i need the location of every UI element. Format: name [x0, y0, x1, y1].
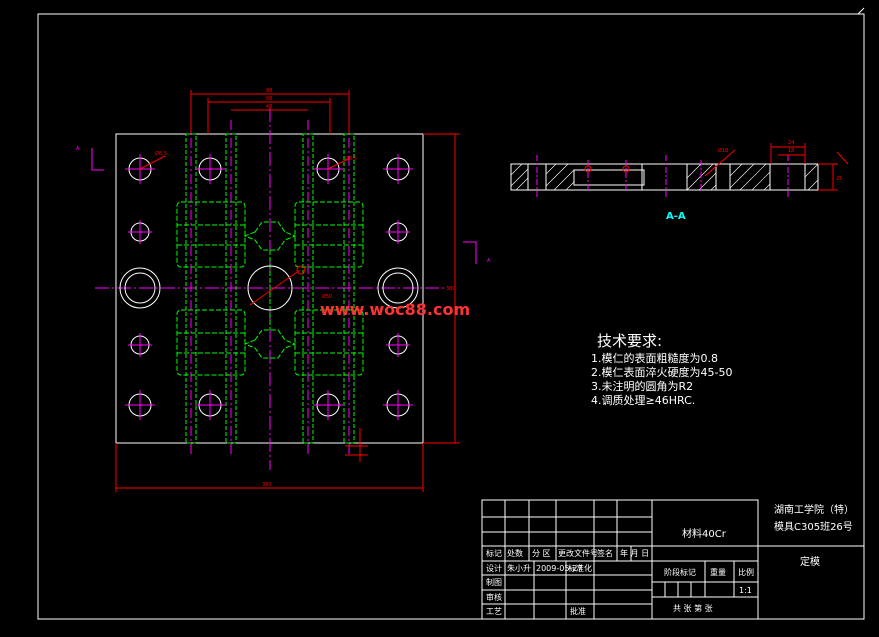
dim-section-inner: 18: [788, 148, 794, 154]
tb-header-1: 处数: [507, 548, 523, 558]
tb-stage-mark: 阶段标记: [664, 567, 696, 577]
tb-process-label: 工艺: [486, 607, 502, 616]
dim-top-inner: 48: [266, 104, 272, 110]
tb-header-3: 更改文件号: [558, 548, 598, 558]
tb-scale-label: 比例: [738, 567, 754, 577]
tb-standard-label: 标准化: [568, 563, 592, 573]
section-marker-left: A: [76, 146, 80, 152]
tb-design-label: 设计: [486, 563, 502, 573]
dim-section-width: 24: [788, 140, 794, 146]
section-cut-left: [91, 148, 104, 171]
sheet-corner-mark: [857, 7, 865, 15]
tb-weight: 重量: [710, 567, 726, 577]
tb-sheets: 共 张 第 张: [673, 603, 713, 613]
tech-requirement-3: 3.未注明的圆角为R2: [591, 379, 693, 393]
section-center-lines: [536, 155, 789, 198]
tech-requirements-title: 技术要求:: [597, 332, 662, 350]
drawing-sheet: Ø50 Ø8.5 Ø8.5 88 68 48 380 380 A A www.w…: [37, 7, 865, 620]
tb-header-4: 签名: [597, 548, 613, 558]
tb-designer: 朱小升: [507, 563, 531, 573]
tb-header-5: 年 月 日: [620, 548, 649, 558]
bolt-holes: [119, 157, 419, 417]
section-cut-right: [463, 241, 477, 264]
tb-drawing-label: 制图: [486, 577, 502, 587]
detail-dimension: [345, 428, 368, 462]
tech-requirement-4: 4.调质处理≥46HRC.: [591, 394, 695, 407]
hole-center-marks: [125, 154, 413, 420]
dim-overall-height: 380: [446, 286, 456, 292]
tech-requirement-1: 1.模仁的表面粗糙度为0.8: [591, 351, 718, 365]
tb-material: 材料40Cr: [682, 527, 727, 540]
tb-school: 湖南工学院（特）: [774, 503, 854, 516]
section-hatching: [510, 163, 819, 191]
plan-view: Ø50 Ø8.5 Ø8.5 88 68 48 380 380 A A: [76, 88, 491, 492]
title-block: 标记 处数 分 区 更改文件号 签名 年 月 日 设计 朱小升 2009-05-…: [481, 499, 864, 620]
dim-section-height: 25: [836, 176, 842, 182]
section-outline: [510, 163, 819, 191]
dim-section-hole: Ø18: [718, 147, 728, 154]
left-hole-label: Ø8.5: [155, 150, 167, 157]
hatch-lines: [510, 163, 819, 191]
tb-header-2: 分 区: [532, 549, 551, 558]
section-title: A-A: [666, 211, 686, 222]
dim-top-mid: 68: [266, 96, 272, 102]
watermark: www.woc88.com: [320, 300, 470, 319]
tb-header-0: 标记: [486, 548, 502, 558]
section-view: 24 18 25 Ø18 A-A: [510, 140, 849, 222]
dim-top-outer: 88: [266, 88, 272, 94]
tech-requirements: 技术要求: 1.模仁的表面粗糙度为0.8 2.模仁表面淬火硬度为45-50 3.…: [591, 332, 732, 407]
center-bore-label: Ø50: [322, 293, 332, 300]
tb-approve-label: 批准: [570, 606, 586, 616]
sprue-mark: [296, 265, 306, 275]
left-hole-leader: [139, 155, 166, 170]
tb-scale-value: 1:1: [739, 586, 752, 595]
tb-check-label: 审核: [486, 592, 502, 602]
dim-overall-width: 380: [262, 482, 272, 488]
section-marker-right: A: [487, 258, 491, 264]
right-hole-label: Ø8.5: [345, 155, 357, 162]
tb-part-name: 定模: [800, 555, 820, 568]
tech-requirement-2: 2.模仁表面淬火硬度为45-50: [591, 365, 732, 379]
tb-class: 模具C305班26号: [774, 521, 853, 533]
